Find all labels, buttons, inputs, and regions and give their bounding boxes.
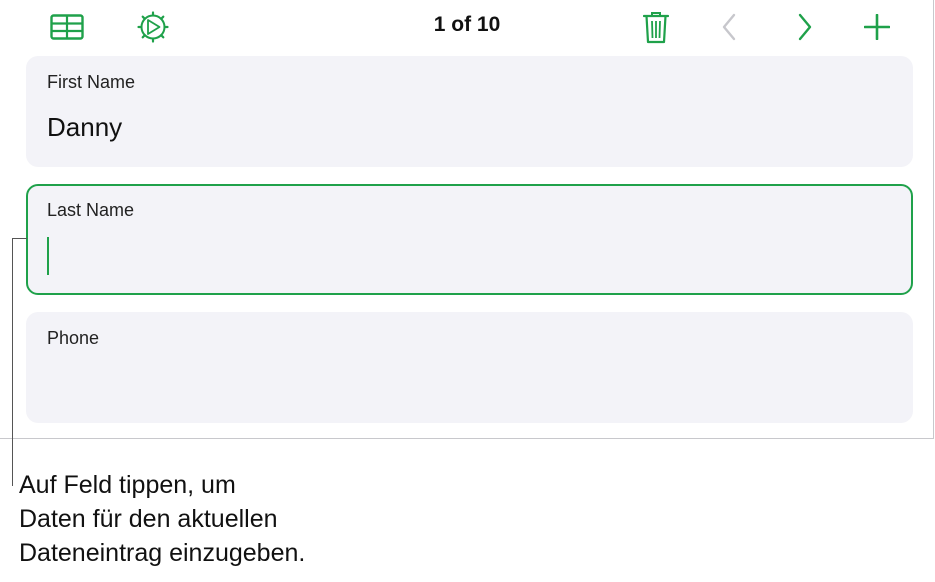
form-screen: 1 of 10 First Name Danny Last Name Phone — [0, 0, 934, 439]
trash-icon — [643, 11, 669, 43]
delete-record-button[interactable] — [640, 9, 672, 45]
previous-record-button[interactable] — [716, 11, 742, 43]
field-phone[interactable]: Phone — [26, 312, 913, 423]
field-label: First Name — [47, 72, 136, 92]
gear-dial-icon — [137, 11, 169, 43]
table-grid-icon — [50, 14, 84, 40]
text-cursor — [47, 237, 49, 275]
callout-text: Auf Feld tippen, um Daten für den aktuel… — [19, 468, 419, 570]
form-settings-button[interactable] — [136, 10, 170, 44]
field-first-name[interactable]: First Name Danny — [26, 56, 913, 167]
callout-line: Dateneintrag einzugeben. — [19, 539, 306, 567]
callout-leader-horizontal — [12, 238, 27, 239]
chevron-left-icon — [722, 13, 736, 41]
toolbar: 1 of 10 — [0, 0, 934, 54]
next-record-button[interactable] — [792, 11, 818, 43]
add-record-button[interactable] — [862, 12, 892, 42]
field-label: Phone — [47, 328, 100, 348]
callout-line: Daten für den aktuellen — [19, 505, 278, 533]
chevron-right-icon — [798, 13, 812, 41]
callout-line: Auf Feld tippen, um — [19, 471, 236, 499]
table-view-button[interactable] — [50, 12, 84, 42]
field-value[interactable]: Danny — [47, 112, 122, 143]
callout-leader-vertical — [12, 238, 13, 486]
field-label: Last Name — [47, 200, 135, 220]
field-last-name[interactable]: Last Name — [26, 184, 913, 295]
plus-icon — [864, 14, 890, 40]
